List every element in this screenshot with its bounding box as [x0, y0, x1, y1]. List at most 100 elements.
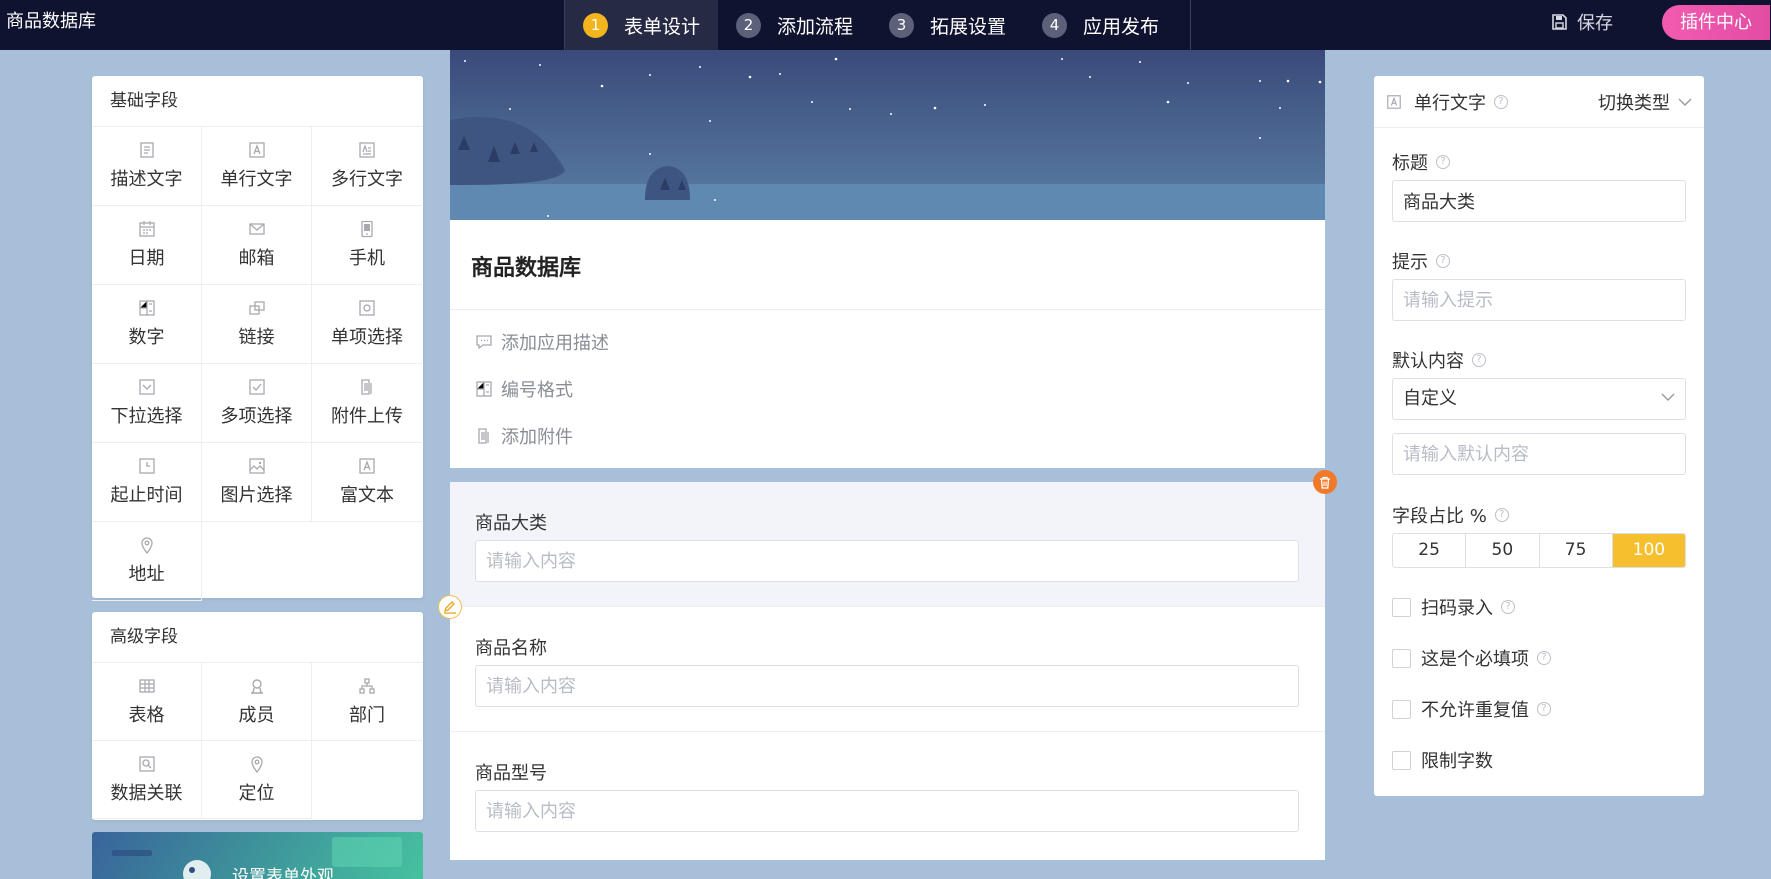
delete-field-button[interactable] — [1313, 470, 1337, 494]
title-input[interactable] — [1392, 180, 1686, 222]
advanced-fields-grid: 表格 成员 部门 数据关联 定位 — [92, 663, 423, 819]
default-content-label-row: 默认内容 ? — [1392, 347, 1486, 373]
edit-field-button[interactable] — [438, 595, 462, 619]
field-label: 起止时间 — [110, 485, 183, 506]
help-icon[interactable]: ? — [1436, 254, 1450, 268]
help-icon[interactable]: ? — [1472, 353, 1486, 367]
form-field-category[interactable]: 商品大类 — [450, 482, 1325, 607]
field-label: 数字 — [128, 327, 165, 348]
field-member[interactable]: 成员 — [202, 663, 312, 741]
ratio-option-75[interactable]: 75 — [1540, 534, 1613, 567]
hint-input[interactable] — [1392, 279, 1686, 321]
default-content-select[interactable]: 自定义 — [1392, 378, 1686, 420]
step-extension-settings[interactable]: 3 拓展设置 — [871, 0, 1024, 50]
properties-header: 单行文字 ? 切换类型 — [1374, 76, 1704, 128]
step-label: 应用发布 — [1083, 15, 1160, 38]
checkbox[interactable] — [1392, 699, 1411, 719]
field-image-select[interactable]: 图片选择 — [202, 443, 312, 522]
field-location[interactable]: 定位 — [202, 741, 312, 819]
field-label: 描述文字 — [110, 169, 183, 190]
number-format-button[interactable]: 编号格式 — [475, 376, 573, 402]
no-duplicate-checkbox[interactable]: 不允许重复值 ? — [1392, 696, 1551, 722]
limit-length-checkbox[interactable]: 限制字数 — [1392, 747, 1493, 773]
field-label: 地址 — [128, 564, 165, 585]
field-multi-line-text[interactable]: 多行文字 — [312, 127, 422, 206]
trash-icon — [1320, 476, 1330, 489]
required-checkbox[interactable]: 这是个必填项 ? — [1392, 645, 1551, 671]
form-appearance-banner[interactable]: 设置表单外观 — [92, 832, 423, 879]
location-pin-icon — [140, 537, 153, 554]
step-number: 2 — [736, 12, 762, 38]
field-number[interactable]: 数字 — [92, 285, 202, 364]
field-type-label: 单行文字 — [1414, 93, 1486, 114]
ratio-option-100[interactable]: 100 — [1612, 534, 1685, 567]
help-icon[interactable]: ? — [1501, 600, 1515, 614]
field-label: 图片选择 — [220, 485, 293, 506]
product-name-input[interactable] — [475, 665, 1299, 707]
field-data-link[interactable]: 数据关联 — [92, 741, 202, 819]
switch-type-dropdown[interactable]: 切换类型 — [1598, 76, 1692, 128]
form-title[interactable]: 商品数据库 — [471, 250, 581, 282]
step-publish[interactable]: 4 应用发布 — [1024, 0, 1177, 50]
description-icon — [139, 142, 154, 158]
field-label: 手机 — [349, 248, 385, 269]
default-content-select-value: 自定义 — [1403, 388, 1457, 409]
step-label: 拓展设置 — [930, 15, 1007, 38]
field-single-line-text[interactable]: 单行文字 — [202, 127, 312, 206]
width-ratio-label: 字段占比 % — [1392, 506, 1487, 527]
help-icon[interactable]: ? — [1494, 95, 1508, 109]
field-department[interactable]: 部门 — [312, 663, 422, 741]
ratio-option-50[interactable]: 50 — [1466, 534, 1540, 567]
field-label: 商品型号 — [475, 763, 547, 784]
time-range-icon — [138, 458, 155, 474]
night-lake-illustration — [450, 50, 1325, 220]
save-button[interactable]: 保存 — [1551, 0, 1613, 44]
default-content-input[interactable] — [1392, 433, 1686, 475]
calendar-icon — [138, 221, 155, 237]
attachment-icon — [478, 428, 489, 444]
field-dropdown[interactable]: 下拉选择 — [92, 364, 202, 443]
step-number: 4 — [1042, 12, 1068, 38]
scan-input-checkbox[interactable]: 扫码录入 ? — [1392, 594, 1515, 620]
field-attachment[interactable]: 附件上传 — [312, 364, 422, 443]
help-icon[interactable]: ? — [1436, 155, 1450, 169]
checkbox-label: 限制字数 — [1421, 751, 1493, 772]
form-field-product-model[interactable]: 商品型号 — [450, 732, 1325, 857]
field-time-range[interactable]: 起止时间 — [92, 443, 202, 522]
field-date[interactable]: 日期 — [92, 206, 202, 285]
help-icon[interactable]: ? — [1494, 508, 1509, 522]
ratio-option-25[interactable]: 25 — [1393, 534, 1467, 567]
help-icon[interactable]: ? — [1537, 702, 1551, 716]
title-label: 标题 — [1392, 153, 1428, 174]
step-form-design[interactable]: 1 表单设计 — [565, 0, 719, 50]
checkbox[interactable] — [1392, 648, 1411, 668]
add-attachment-button[interactable]: 添加附件 — [475, 423, 573, 449]
multi-line-text-icon — [359, 142, 375, 158]
rich-text-icon — [359, 458, 375, 474]
field-description-text[interactable]: 描述文字 — [92, 127, 202, 206]
checkbox[interactable] — [1392, 750, 1411, 770]
banner-text: 设置表单外观 — [232, 867, 334, 879]
add-app-description-button[interactable]: 添加应用描述 — [475, 329, 609, 355]
single-line-text-icon — [248, 142, 265, 158]
plugin-center-button[interactable]: 插件中心 — [1662, 5, 1770, 40]
field-address[interactable]: 地址 — [92, 522, 202, 601]
help-icon[interactable]: ? — [1537, 651, 1551, 665]
field-table[interactable]: 表格 — [92, 663, 202, 741]
divider — [450, 309, 1325, 310]
field-single-choice[interactable]: 单项选择 — [312, 285, 422, 364]
single-line-text-icon — [1387, 95, 1401, 109]
checkbox[interactable] — [1392, 597, 1411, 617]
field-email[interactable]: 邮箱 — [202, 206, 312, 285]
form-header-image — [450, 50, 1325, 220]
category-input[interactable] — [475, 540, 1299, 582]
field-link[interactable]: 链接 — [202, 285, 312, 364]
step-number: 3 — [889, 12, 915, 38]
field-phone[interactable]: 手机 — [312, 206, 422, 285]
form-field-product-name[interactable]: 商品名称 — [450, 607, 1325, 732]
field-rich-text[interactable]: 富文本 — [312, 443, 422, 522]
step-add-flow[interactable]: 2 添加流程 — [718, 0, 871, 50]
product-model-input[interactable] — [475, 790, 1299, 832]
field-multi-choice[interactable]: 多项选择 — [202, 364, 312, 443]
save-icon — [1552, 14, 1567, 30]
